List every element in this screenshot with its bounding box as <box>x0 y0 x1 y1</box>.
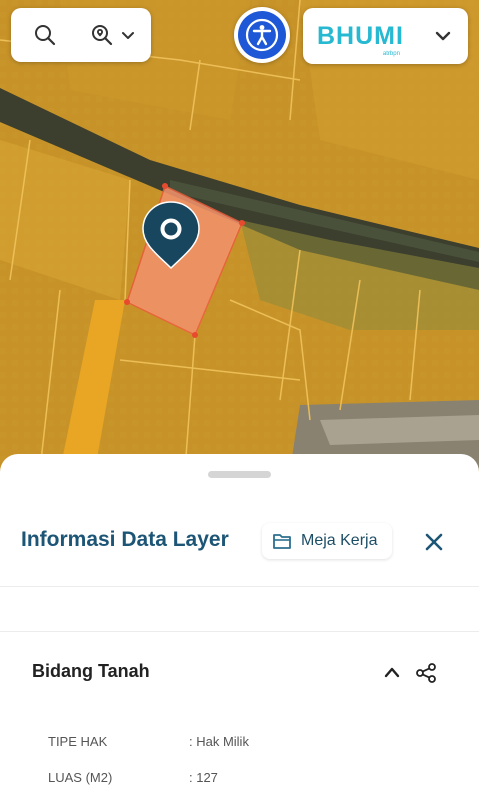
brand-logo: BHUMI atrbpn <box>317 21 404 57</box>
close-button[interactable] <box>420 528 448 556</box>
divider <box>0 631 479 632</box>
meja-kerja-label: Meja Kerja <box>301 532 378 549</box>
meja-kerja-button[interactable]: Meja Kerja <box>262 523 392 559</box>
search-icon <box>35 25 56 46</box>
collapse-button[interactable] <box>380 661 404 683</box>
brand-selector[interactable]: BHUMI atrbpn <box>303 8 468 64</box>
info-panel: Informasi Data Layer Meja Kerja Bidang T… <box>0 454 479 804</box>
accessibility-icon <box>245 18 279 52</box>
accessibility-button[interactable] <box>234 7 290 63</box>
share-icon <box>416 663 436 683</box>
section-title: Bidang Tanah <box>32 661 150 681</box>
close-icon <box>425 533 443 551</box>
chevron-down-icon <box>122 32 134 39</box>
drag-handle[interactable] <box>208 471 271 478</box>
chevron-down-icon <box>435 31 451 41</box>
location-search-icon <box>92 25 113 46</box>
folder-icon <box>273 534 291 549</box>
panel-title: Informasi Data Layer <box>21 528 229 551</box>
divider <box>0 586 479 587</box>
location-search-dropdown[interactable] <box>79 8 147 62</box>
row-key: LUAS (M2) <box>48 770 113 785</box>
chevron-up-icon <box>384 667 400 678</box>
map-search-controls <box>11 8 151 62</box>
row-value: : Hak Milik <box>189 734 249 749</box>
row-key: TIPE HAK <box>48 734 108 749</box>
row-value: : 127 <box>189 770 218 785</box>
share-button[interactable] <box>413 660 439 686</box>
search-button[interactable] <box>11 8 79 62</box>
